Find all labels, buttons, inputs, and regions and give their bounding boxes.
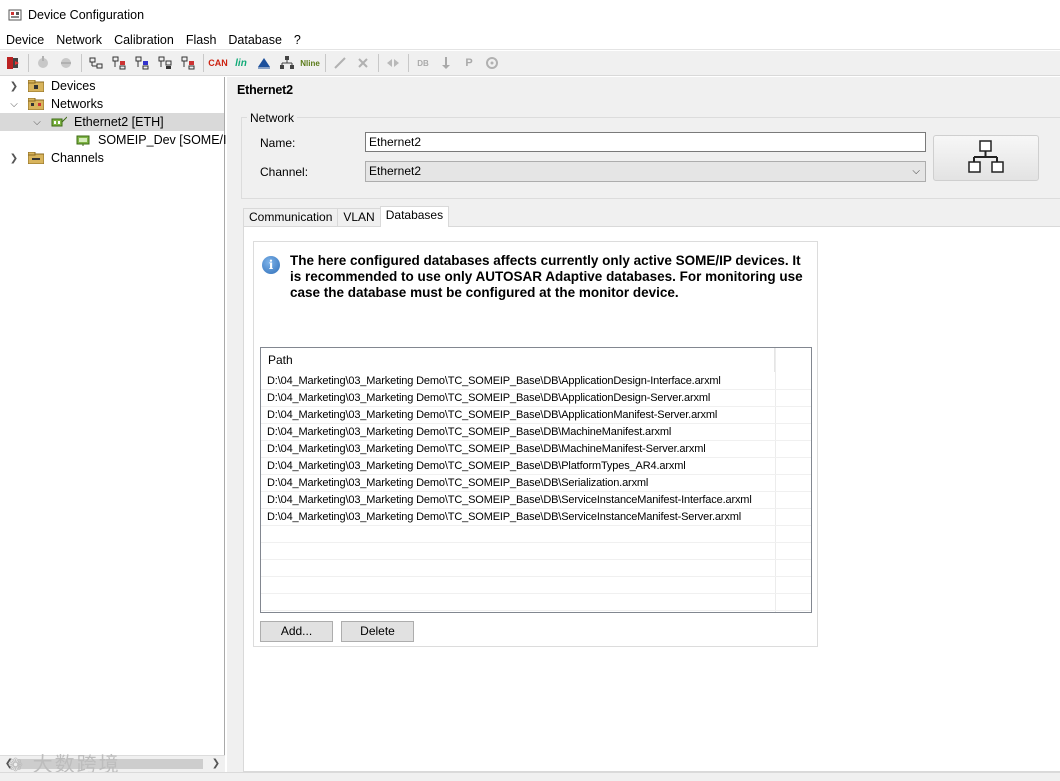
channel-select[interactable]: Ethernet2 ⌵ (365, 161, 926, 182)
chevron-down-icon: ⌵ (912, 166, 920, 177)
menu-database[interactable]: Database (222, 30, 288, 50)
networks-folder-icon (27, 97, 45, 111)
window-title: Device Configuration (28, 8, 145, 22)
list-item[interactable]: D:\04_Marketing\03_Marketing Demo\TC_SOM… (261, 390, 811, 407)
list-item[interactable]: D:\04_Marketing\03_Marketing Demo\TC_SOM… (261, 509, 811, 526)
exit-icon[interactable] (3, 53, 23, 73)
can-icon[interactable]: CAN (208, 53, 228, 73)
tab-databases[interactable]: Databases (379, 206, 450, 227)
channel-label: Channel: (260, 165, 309, 179)
network-group-title: Network (247, 111, 298, 125)
tree-label-ethernet2: Ethernet2 [ETH] (74, 115, 164, 129)
empty-list-row (261, 543, 811, 560)
name-label: Name: (260, 136, 296, 150)
title-bar: Device Configuration (0, 0, 1060, 30)
tab-communication[interactable]: Communication (243, 208, 339, 227)
chevron-down-icon[interactable]: ⌵ (8, 98, 20, 110)
channel-select-value: Ethernet2 (369, 164, 422, 178)
tree-item-devices[interactable]: ❯ Devices (8, 77, 96, 95)
nline-icon[interactable]: Nline (300, 53, 320, 73)
add-node-icon[interactable] (155, 53, 175, 73)
device-config-app-icon (8, 8, 22, 22)
tree-label-channels: Channels (51, 151, 104, 165)
tree-item-networks[interactable]: ⌵ Networks (8, 95, 103, 113)
scroll-right-icon[interactable]: ❯ (210, 758, 222, 770)
move-icon[interactable] (383, 53, 403, 73)
path-column-header[interactable]: Path (261, 348, 775, 372)
menu-help[interactable]: ? (288, 30, 307, 50)
status-bar (0, 772, 1060, 781)
sort-icon[interactable] (436, 53, 456, 73)
list-item[interactable]: D:\04_Marketing\03_Marketing Demo\TC_SOM… (261, 458, 811, 475)
menu-network[interactable]: Network (50, 30, 108, 50)
toolbar-separator (378, 54, 379, 72)
list-item[interactable]: D:\04_Marketing\03_Marketing Demo\TC_SOM… (261, 424, 811, 441)
databases-tab-panel: i The here configured databases affects … (243, 226, 1060, 772)
list-item[interactable]: D:\04_Marketing\03_Marketing Demo\TC_SOM… (261, 441, 811, 458)
menu-bar: Device Network Calibration Flash Databas… (0, 30, 1060, 50)
devices-folder-icon (27, 79, 45, 93)
config-icon[interactable] (482, 53, 502, 73)
databases-group: i The here configured databases affects … (253, 241, 818, 647)
databases-info-message: The here configured databases affects cu… (290, 253, 803, 301)
empty-list-row (261, 526, 811, 543)
toolbar-separator (81, 54, 82, 72)
someip-device-icon (75, 134, 91, 146)
add-channel-icon[interactable] (132, 53, 152, 73)
menu-flash[interactable]: Flash (180, 30, 223, 50)
tab-strip: Communication VLAN Databases (243, 206, 450, 227)
add-device-icon[interactable] (86, 53, 106, 73)
tree-item-channels[interactable]: ❯ Channels (8, 149, 104, 167)
database-path-list[interactable]: Path D:\04_Marketing\03_Marketing Demo\T… (260, 347, 812, 613)
empty-list-row (261, 594, 811, 611)
list-item[interactable]: D:\04_Marketing\03_Marketing Demo\TC_SOM… (261, 373, 811, 390)
menu-calibration[interactable]: Calibration (108, 30, 180, 50)
toolbar-separator (28, 54, 29, 72)
database-icon[interactable]: DB (413, 53, 433, 73)
tab-vlan[interactable]: VLAN (337, 208, 381, 227)
toolbar: CAN lin Nline DB P (0, 51, 1060, 76)
tree-item-someip-dev[interactable]: SOMEIP_Dev [SOME/IP] (75, 131, 238, 149)
info-icon: i (262, 256, 280, 274)
list-item[interactable]: D:\04_Marketing\03_Marketing Demo\TC_SOM… (261, 407, 811, 424)
tree-label-networks: Networks (51, 97, 104, 111)
chevron-right-icon[interactable]: ❯ (8, 152, 20, 164)
tree-item-ethernet2[interactable]: ⌵ Ethernet2 [ETH] (0, 113, 224, 131)
toolbar-separator (408, 54, 409, 72)
network-properties-panel: Ethernet2 Network Name: Ethernet2 Channe… (227, 77, 1060, 772)
tree-label-devices: Devices (51, 79, 96, 93)
device-tree: ❯ Devices ⌵ Networks ⌵ Ethernet2 [ETH] S… (0, 77, 238, 772)
edit-icon[interactable] (330, 53, 350, 73)
disconnect-icon[interactable] (56, 53, 76, 73)
list-item[interactable]: D:\04_Marketing\03_Marketing Demo\TC_SOM… (261, 492, 811, 509)
flexray-icon[interactable] (254, 53, 274, 73)
ethernet-icon[interactable] (277, 53, 297, 73)
channels-folder-icon (27, 151, 45, 165)
add-network-icon[interactable] (109, 53, 129, 73)
empty-list-row (261, 560, 811, 577)
delete-database-button[interactable]: Delete (341, 621, 414, 642)
empty-list-row (261, 577, 811, 594)
list-item[interactable]: D:\04_Marketing\03_Marketing Demo\TC_SOM… (261, 475, 811, 492)
add-database-button[interactable]: Add... (260, 621, 333, 642)
delete-icon[interactable] (353, 53, 373, 73)
network-topology-button[interactable] (933, 135, 1039, 181)
connect-icon[interactable] (33, 53, 53, 73)
chevron-down-icon[interactable]: ⌵ (31, 116, 43, 128)
toolbar-separator (203, 54, 204, 72)
name-field[interactable]: Ethernet2 (365, 132, 926, 152)
toolbar-separator (325, 54, 326, 72)
network-topology-icon (968, 140, 1004, 173)
page-title: Ethernet2 (237, 83, 293, 97)
menu-device[interactable]: Device (0, 30, 50, 50)
ethernet-network-icon (51, 116, 68, 128)
tree-label-someip-dev: SOMEIP_Dev [SOME/IP] (98, 133, 239, 147)
lin-icon[interactable]: lin (231, 53, 251, 73)
chevron-right-icon[interactable]: ❯ (8, 80, 20, 92)
parameter-icon[interactable]: P (459, 53, 479, 73)
add-link-icon[interactable] (178, 53, 198, 73)
